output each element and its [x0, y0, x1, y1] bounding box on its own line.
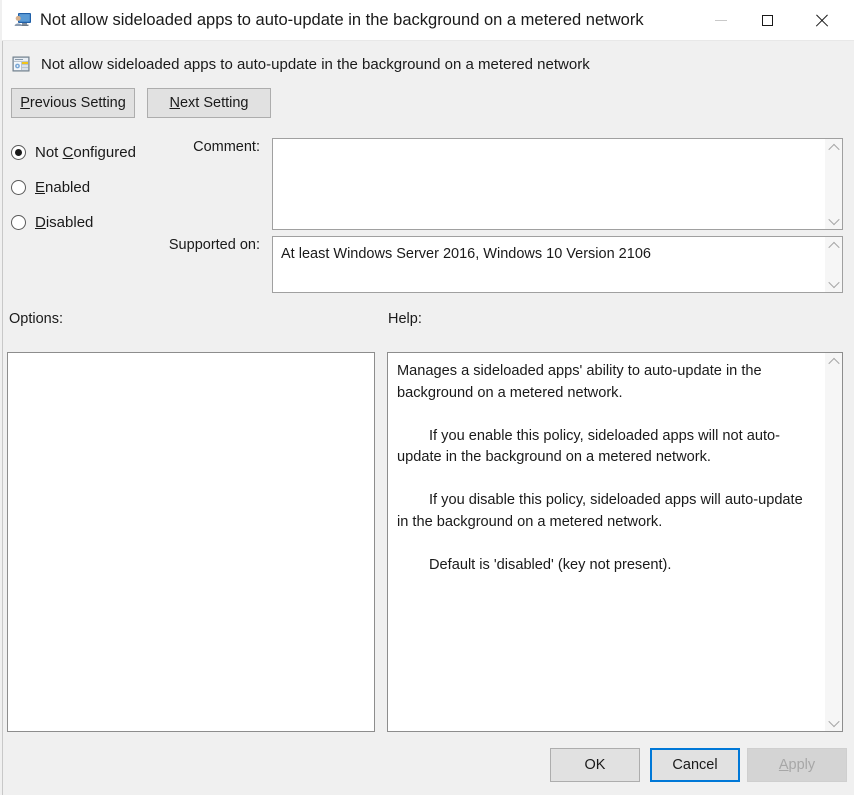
previous-setting-button[interactable]: Previous Setting [11, 88, 135, 118]
window-left-edge [0, 0, 3, 795]
radio-disabled[interactable]: Disabled [11, 211, 93, 233]
ok-button[interactable]: OK [550, 748, 640, 782]
radio-label-disabled: Disabled [35, 213, 94, 231]
help-paragraph: Default is 'disabled' (key not present). [429, 556, 672, 573]
help-panel: Manages a sideloaded apps' ability to au… [387, 352, 843, 732]
scroll-up-icon[interactable] [825, 353, 842, 370]
help-scrollbar[interactable] [824, 353, 842, 731]
scroll-up-icon[interactable] [825, 237, 842, 254]
supported-on-label: Supported on: [168, 237, 260, 253]
help-paragraph: Manages a sideloaded apps' ability to au… [397, 363, 762, 401]
radio-mark-enabled [11, 179, 26, 195]
radio-mark-not-configured [11, 144, 26, 160]
scroll-up-icon[interactable] [825, 139, 842, 156]
help-paragraph: If you disable this policy, sideloaded a… [397, 492, 803, 530]
group-policy-setting-dialog: Not allow sideloaded apps to auto-update… [0, 0, 854, 795]
apply-button: Apply [747, 748, 847, 782]
options-label: Options: [9, 311, 63, 327]
window-title: Not allow sideloaded apps to auto-update… [40, 11, 644, 29]
policy-user-monitor-icon [14, 11, 32, 29]
comment-label: Comment: [193, 139, 260, 155]
radio-label-enabled: Enabled [35, 178, 91, 196]
help-text: Manages a sideloaded apps' ability to au… [388, 353, 825, 731]
supported-on-value: At least Windows Server 2016, Windows 10… [281, 246, 651, 262]
scroll-down-icon[interactable] [825, 275, 842, 292]
supported-on-scrollbar[interactable] [824, 237, 842, 292]
close-icon [815, 14, 828, 27]
scroll-down-icon[interactable] [825, 212, 842, 229]
cancel-button[interactable]: Cancel [650, 748, 740, 782]
radio-enabled[interactable]: Enabled [11, 176, 90, 198]
policy-header: Not allow sideloaded apps to auto-update… [12, 52, 590, 76]
minimize-icon [715, 19, 727, 21]
close-button[interactable] [798, 0, 844, 40]
options-content [8, 353, 374, 731]
scroll-down-icon[interactable] [825, 714, 842, 731]
maximize-icon [761, 14, 773, 26]
policy-setting-icon [12, 55, 30, 73]
radio-mark-disabled [11, 214, 26, 230]
supported-on-field[interactable]: At least Windows Server 2016, Windows 10… [272, 236, 843, 293]
options-panel[interactable] [7, 352, 375, 732]
next-setting-button[interactable]: Next Setting [147, 88, 271, 118]
help-label: Help: [388, 311, 422, 327]
comment-input[interactable] [272, 138, 843, 230]
comment-scrollbar[interactable] [824, 139, 842, 229]
title-bar: Not allow sideloaded apps to auto-update… [2, 0, 854, 41]
minimize-button[interactable] [698, 0, 744, 40]
comment-value[interactable] [273, 139, 825, 229]
maximize-button[interactable] [744, 0, 790, 40]
help-paragraph: If you enable this policy, sideloaded ap… [397, 427, 781, 466]
policy-name-label: Not allow sideloaded apps to auto-update… [41, 55, 590, 73]
